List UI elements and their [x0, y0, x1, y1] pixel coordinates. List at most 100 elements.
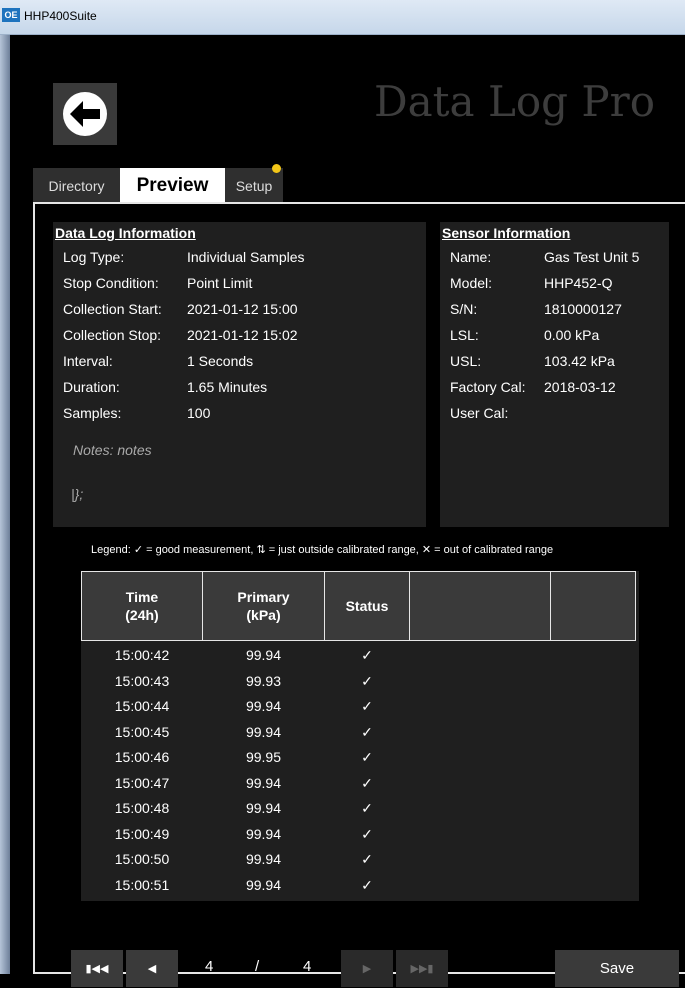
sensor-info-value: Gas Test Unit 5	[544, 249, 640, 265]
window-title-bar: OE HHP400Suite	[0, 0, 685, 35]
previous-page-button[interactable]: ◀	[126, 950, 178, 987]
cell-status-check-icon: ✓	[361, 647, 373, 663]
last-page-button[interactable]: ▶▶▮	[396, 950, 448, 987]
table-row[interactable]: 15:00:50 99.94 ✓	[81, 847, 639, 873]
sensor-info-box: Sensor Information Name: Gas Test Unit 5…	[440, 222, 669, 527]
save-button[interactable]: Save	[555, 950, 679, 987]
cell-status-check-icon: ✓	[361, 723, 373, 740]
preview-panel: Data Log Information Log Type: Individua…	[33, 202, 685, 987]
cell-time: 15:00:43	[114, 672, 170, 689]
table-row[interactable]: 15:00:42 99.94 ✓	[81, 643, 639, 669]
sensor-info-label: USL:	[450, 353, 482, 369]
current-page: 4	[205, 958, 214, 975]
back-arrow-icon	[63, 92, 107, 136]
data-table: Time (24h) Primary (kPa) Status 15:00:42	[81, 571, 639, 901]
cell-time: 15:00:47	[114, 774, 170, 791]
data-log-info-box: Data Log Information Log Type: Individua…	[53, 222, 426, 527]
notification-dot-icon	[272, 164, 281, 173]
log-info-value: 1 Seconds	[187, 353, 254, 369]
column-header-time[interactable]: Time (24h)	[81, 571, 203, 641]
cell-time: 15:00:45	[114, 723, 170, 740]
log-info-value: Individual Samples	[187, 249, 305, 265]
sensor-info-label: Model:	[450, 275, 493, 291]
sensor-info-value: 0.00 kPa	[544, 327, 600, 343]
log-info-value: 1.65 Minutes	[187, 379, 268, 395]
next-icon: ▶	[362, 963, 372, 975]
table-row[interactable]: 15:00:49 99.94 ✓	[81, 822, 639, 848]
column-header-empty[interactable]	[409, 571, 551, 641]
cell-time: 15:00:50	[114, 851, 170, 867]
sensor-info-label: S/N:	[450, 301, 478, 317]
skip-to-last-icon: ▶▶▮	[410, 963, 434, 975]
cell-primary: 99.94	[245, 723, 282, 740]
log-info-label: Collection Stop:	[63, 327, 162, 343]
cell-primary: 99.93	[245, 672, 282, 689]
log-info-value: 2021-01-12 15:02	[187, 327, 298, 343]
sensor-info-label: User Cal:	[450, 405, 509, 421]
table-row[interactable]: 15:00:47 99.94 ✓	[81, 771, 639, 797]
log-info-label: Log Type:	[63, 249, 125, 265]
log-info-label: Samples:	[63, 405, 122, 421]
back-button[interactable]	[53, 83, 117, 145]
column-header-empty[interactable]	[550, 571, 636, 641]
column-header-time-label: Time (24h)	[125, 589, 159, 623]
page-separator: /	[255, 958, 260, 975]
cell-primary: 99.94	[245, 647, 282, 663]
cell-time: 15:00:49	[114, 825, 170, 842]
table-row[interactable]: 15:00:45 99.94 ✓	[81, 720, 639, 746]
log-info-value: 2021-01-12 15:00	[187, 301, 298, 317]
sensor-info-label: LSL:	[450, 327, 479, 343]
previous-icon: ◀	[147, 963, 157, 975]
status-legend: Legend: ✓ = good measurement, ⇅ = just o…	[91, 544, 554, 556]
cell-time: 15:00:42	[114, 647, 170, 663]
table-row[interactable]: 15:00:48 99.94 ✓	[81, 796, 639, 822]
column-header-status[interactable]: Status	[324, 571, 410, 641]
cell-status-check-icon: ✓	[361, 876, 373, 893]
cell-status-check-icon: ✓	[361, 672, 373, 689]
cell-time: 15:00:51	[114, 876, 170, 893]
tab-setup[interactable]: Setup	[225, 164, 283, 202]
sensor-info-value: 103.42 kPa	[544, 353, 615, 369]
column-header-status-label: Status	[345, 598, 389, 614]
cell-primary: 99.94	[245, 876, 282, 893]
log-info-value: 100	[187, 405, 211, 421]
cell-time: 15:00:46	[114, 749, 170, 765]
log-info-value: Point Limit	[187, 275, 253, 291]
cell-time: 15:00:48	[114, 800, 170, 816]
sensor-info-label: Factory Cal:	[450, 379, 526, 395]
log-info-label: Stop Condition:	[63, 275, 159, 291]
table-row[interactable]: 15:00:46 99.95 ✓	[81, 745, 639, 771]
table-body[interactable]: 15:00:42 99.94 ✓ 15:00:43 99.93 ✓ 15:00:…	[81, 643, 639, 901]
sensor-info-value: 2018-03-12	[544, 379, 616, 395]
app-logo-icon: OE	[2, 8, 20, 22]
total-pages: 4	[303, 958, 312, 975]
first-page-button[interactable]: ▮◀◀	[71, 950, 123, 987]
data-log-info-title: Data Log Information	[55, 225, 196, 241]
sensor-info-value: HHP452-Q	[544, 275, 613, 291]
notes-text[interactable]: Notes: notes	[73, 442, 152, 458]
app-title: Data Log Pro	[373, 77, 655, 126]
cell-primary: 99.94	[245, 851, 282, 867]
sensor-info-title: Sensor Information	[442, 225, 571, 241]
cell-primary: 99.94	[245, 800, 282, 816]
tab-preview[interactable]: Preview	[120, 168, 225, 202]
sensor-info-value: 1810000127	[544, 301, 622, 317]
window-title: HHP400Suite	[24, 9, 97, 23]
cell-status-check-icon: ✓	[361, 749, 373, 765]
cell-primary: 99.95	[245, 749, 282, 765]
window-frame	[0, 35, 10, 974]
cell-status-check-icon: ✓	[361, 774, 373, 791]
table-row[interactable]: 15:00:51 99.94 ✓	[81, 873, 639, 899]
tab-directory[interactable]: Directory	[33, 168, 120, 202]
table-row[interactable]: 15:00:43 99.93 ✓	[81, 669, 639, 695]
log-info-label: Interval:	[63, 353, 113, 369]
column-header-primary[interactable]: Primary (kPa)	[202, 571, 325, 641]
app-window: Data Log Pro Directory Preview Setup Dat…	[10, 35, 685, 987]
cell-status-check-icon: ✓	[361, 825, 373, 842]
log-info-label: Duration:	[63, 379, 120, 395]
next-page-button[interactable]: ▶	[341, 950, 393, 987]
skip-to-first-icon: ▮◀◀	[85, 963, 109, 975]
table-row[interactable]: 15:00:44 99.94 ✓	[81, 694, 639, 720]
column-header-primary-label: Primary (kPa)	[237, 589, 290, 623]
cell-status-check-icon: ✓	[361, 698, 373, 714]
